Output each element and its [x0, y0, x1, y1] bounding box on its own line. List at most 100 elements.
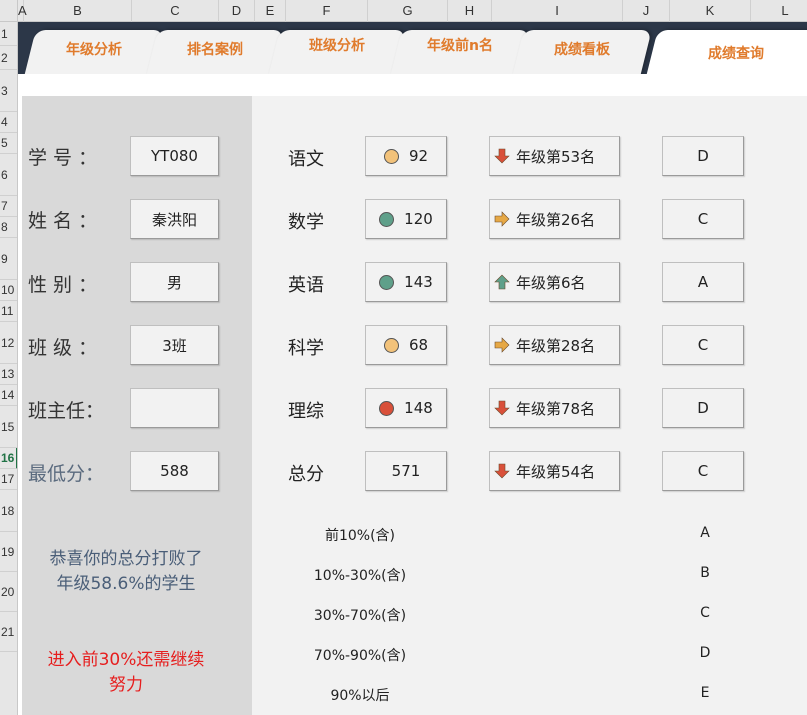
column-header-h[interactable]: H	[448, 0, 492, 22]
class-label: 班 级 ：	[28, 337, 98, 359]
row-header-14[interactable]: 14	[0, 385, 17, 406]
row-header-11[interactable]: 11	[0, 301, 17, 322]
row-header-3[interactable]: 3	[0, 70, 17, 112]
grade-cell[interactable]: D	[662, 388, 744, 428]
score-value: 120	[404, 210, 433, 228]
row-header-9[interactable]: 9	[0, 238, 17, 280]
column-header-k[interactable]: K	[670, 0, 751, 22]
grade-cell[interactable]: C	[662, 199, 744, 239]
grade-cell[interactable]: C	[662, 451, 744, 491]
beat-message-line2: 年级58.6%的学生	[56, 574, 196, 594]
score-indicator-icon	[379, 211, 395, 227]
advance-message-line1: 进入前30%还需继续	[47, 650, 205, 670]
row-header-4[interactable]: 4	[0, 112, 17, 133]
beat-message-line1: 恭喜你的总分打败了	[49, 549, 203, 569]
grade-cell[interactable]: A	[662, 262, 744, 302]
tab-label-5: 成绩看板	[554, 42, 610, 58]
row-header-8[interactable]: 8	[0, 217, 17, 238]
student-id-value: YT080	[151, 147, 198, 165]
subject-label: 英语	[288, 275, 324, 296]
row-header-1[interactable]: 1	[0, 22, 17, 46]
score-indicator-icon	[383, 148, 399, 164]
rank-cell[interactable]: 年级第6名	[489, 262, 620, 302]
column-header-d[interactable]: D	[219, 0, 255, 22]
select-all-corner[interactable]	[0, 0, 18, 22]
column-header-g[interactable]: G	[368, 0, 448, 22]
student-id-label: 学 号 ：	[28, 147, 98, 169]
row-header-16[interactable]: 16	[0, 448, 17, 469]
grade-value: A	[697, 273, 709, 291]
class-cell[interactable]: 3班	[130, 325, 219, 365]
column-header-l[interactable]: L	[751, 0, 807, 22]
tab-label-1: 年级分析	[66, 42, 122, 58]
grade-cell[interactable]: D	[662, 136, 744, 176]
score-value: 571	[391, 462, 421, 480]
tab-bar: 年级分析 排名案例 班级分析 年级前n名 成绩看板 成绩查询	[18, 22, 807, 74]
rank-value: 年级第26名	[516, 210, 596, 229]
score-indicator-icon	[383, 337, 399, 353]
grade-range-letter: E	[700, 685, 710, 701]
rank-cell[interactable]: 年级第26名	[489, 199, 620, 239]
row-header-13[interactable]: 13	[0, 364, 17, 385]
arrow-down-icon	[494, 400, 510, 416]
grade-range-letter: D	[699, 645, 711, 661]
score-value: 143	[404, 273, 433, 291]
rank-value: 年级第54名	[516, 462, 596, 481]
subject-label: 语文	[288, 149, 324, 170]
row-header-10[interactable]: 10	[0, 280, 17, 301]
rank-cell[interactable]: 年级第78名	[489, 388, 620, 428]
column-header-f[interactable]: F	[286, 0, 368, 22]
row-header-17[interactable]: 17	[0, 469, 17, 490]
grade-range-label: 10%-30%(含)	[313, 568, 407, 584]
row-header-15[interactable]: 15	[0, 406, 17, 448]
score-cell[interactable]: 148	[365, 388, 447, 428]
grade-cell[interactable]: C	[662, 325, 744, 365]
rank-value: 年级第6名	[516, 273, 586, 292]
grade-range-label: 70%-90%(含)	[313, 648, 407, 664]
column-header-e[interactable]: E	[255, 0, 286, 22]
row-header-2[interactable]: 2	[0, 46, 17, 70]
score-cell[interactable]: 92	[365, 136, 447, 176]
score-indicator-icon	[379, 274, 395, 290]
gender-label: 性 别 ：	[28, 274, 98, 296]
score-cell[interactable]: 143	[365, 262, 447, 302]
score-cell[interactable]: 120	[365, 199, 447, 239]
score-indicator-icon	[379, 400, 395, 416]
row-header-21[interactable]: 21	[0, 612, 17, 652]
student-id-cell[interactable]: YT080	[130, 136, 219, 176]
row-header-20[interactable]: 20	[0, 572, 17, 612]
grade-value: C	[697, 462, 709, 480]
grade-range-letter: C	[700, 605, 710, 621]
arrow-down-icon	[494, 463, 510, 479]
column-header-c[interactable]: C	[132, 0, 219, 22]
min-score-cell[interactable]: 588	[130, 451, 219, 491]
row-header-12[interactable]: 12	[0, 322, 17, 364]
student-name-cell[interactable]: 秦洪阳	[130, 199, 219, 239]
score-cell[interactable]: 68	[365, 325, 447, 365]
score-value: 68	[408, 336, 429, 354]
rank-cell[interactable]: 年级第54名	[489, 451, 620, 491]
rank-cell[interactable]: 年级第28名	[489, 325, 620, 365]
row-header-5[interactable]: 5	[0, 133, 17, 154]
score-cell[interactable]: 571	[365, 451, 447, 491]
grade-value: D	[697, 399, 709, 417]
grade-value: C	[697, 210, 709, 228]
row-header-19[interactable]: 19	[0, 532, 17, 572]
student-name-value: 秦洪阳	[151, 210, 197, 229]
gender-cell[interactable]: 男	[130, 262, 219, 302]
subject-label: 理综	[288, 401, 324, 422]
column-header-i[interactable]: I	[492, 0, 623, 22]
teacher-cell[interactable]	[130, 388, 219, 428]
rank-cell[interactable]: 年级第53名	[489, 136, 620, 176]
row-header-7[interactable]: 7	[0, 196, 17, 217]
student-name-label: 姓 名 ：	[28, 210, 98, 232]
row-header-6[interactable]: 6	[0, 154, 17, 196]
column-header-j[interactable]: J	[623, 0, 670, 22]
arrow-down-icon	[494, 148, 510, 164]
min-score-value: 588	[160, 462, 189, 480]
column-header-b[interactable]: B	[24, 0, 132, 22]
advance-message-line2: 努力	[109, 675, 143, 695]
tab-label-3: 班级分析	[309, 38, 365, 54]
row-header-18[interactable]: 18	[0, 490, 17, 532]
advance-message: 进入前30%还需继续 努力	[26, 648, 226, 698]
